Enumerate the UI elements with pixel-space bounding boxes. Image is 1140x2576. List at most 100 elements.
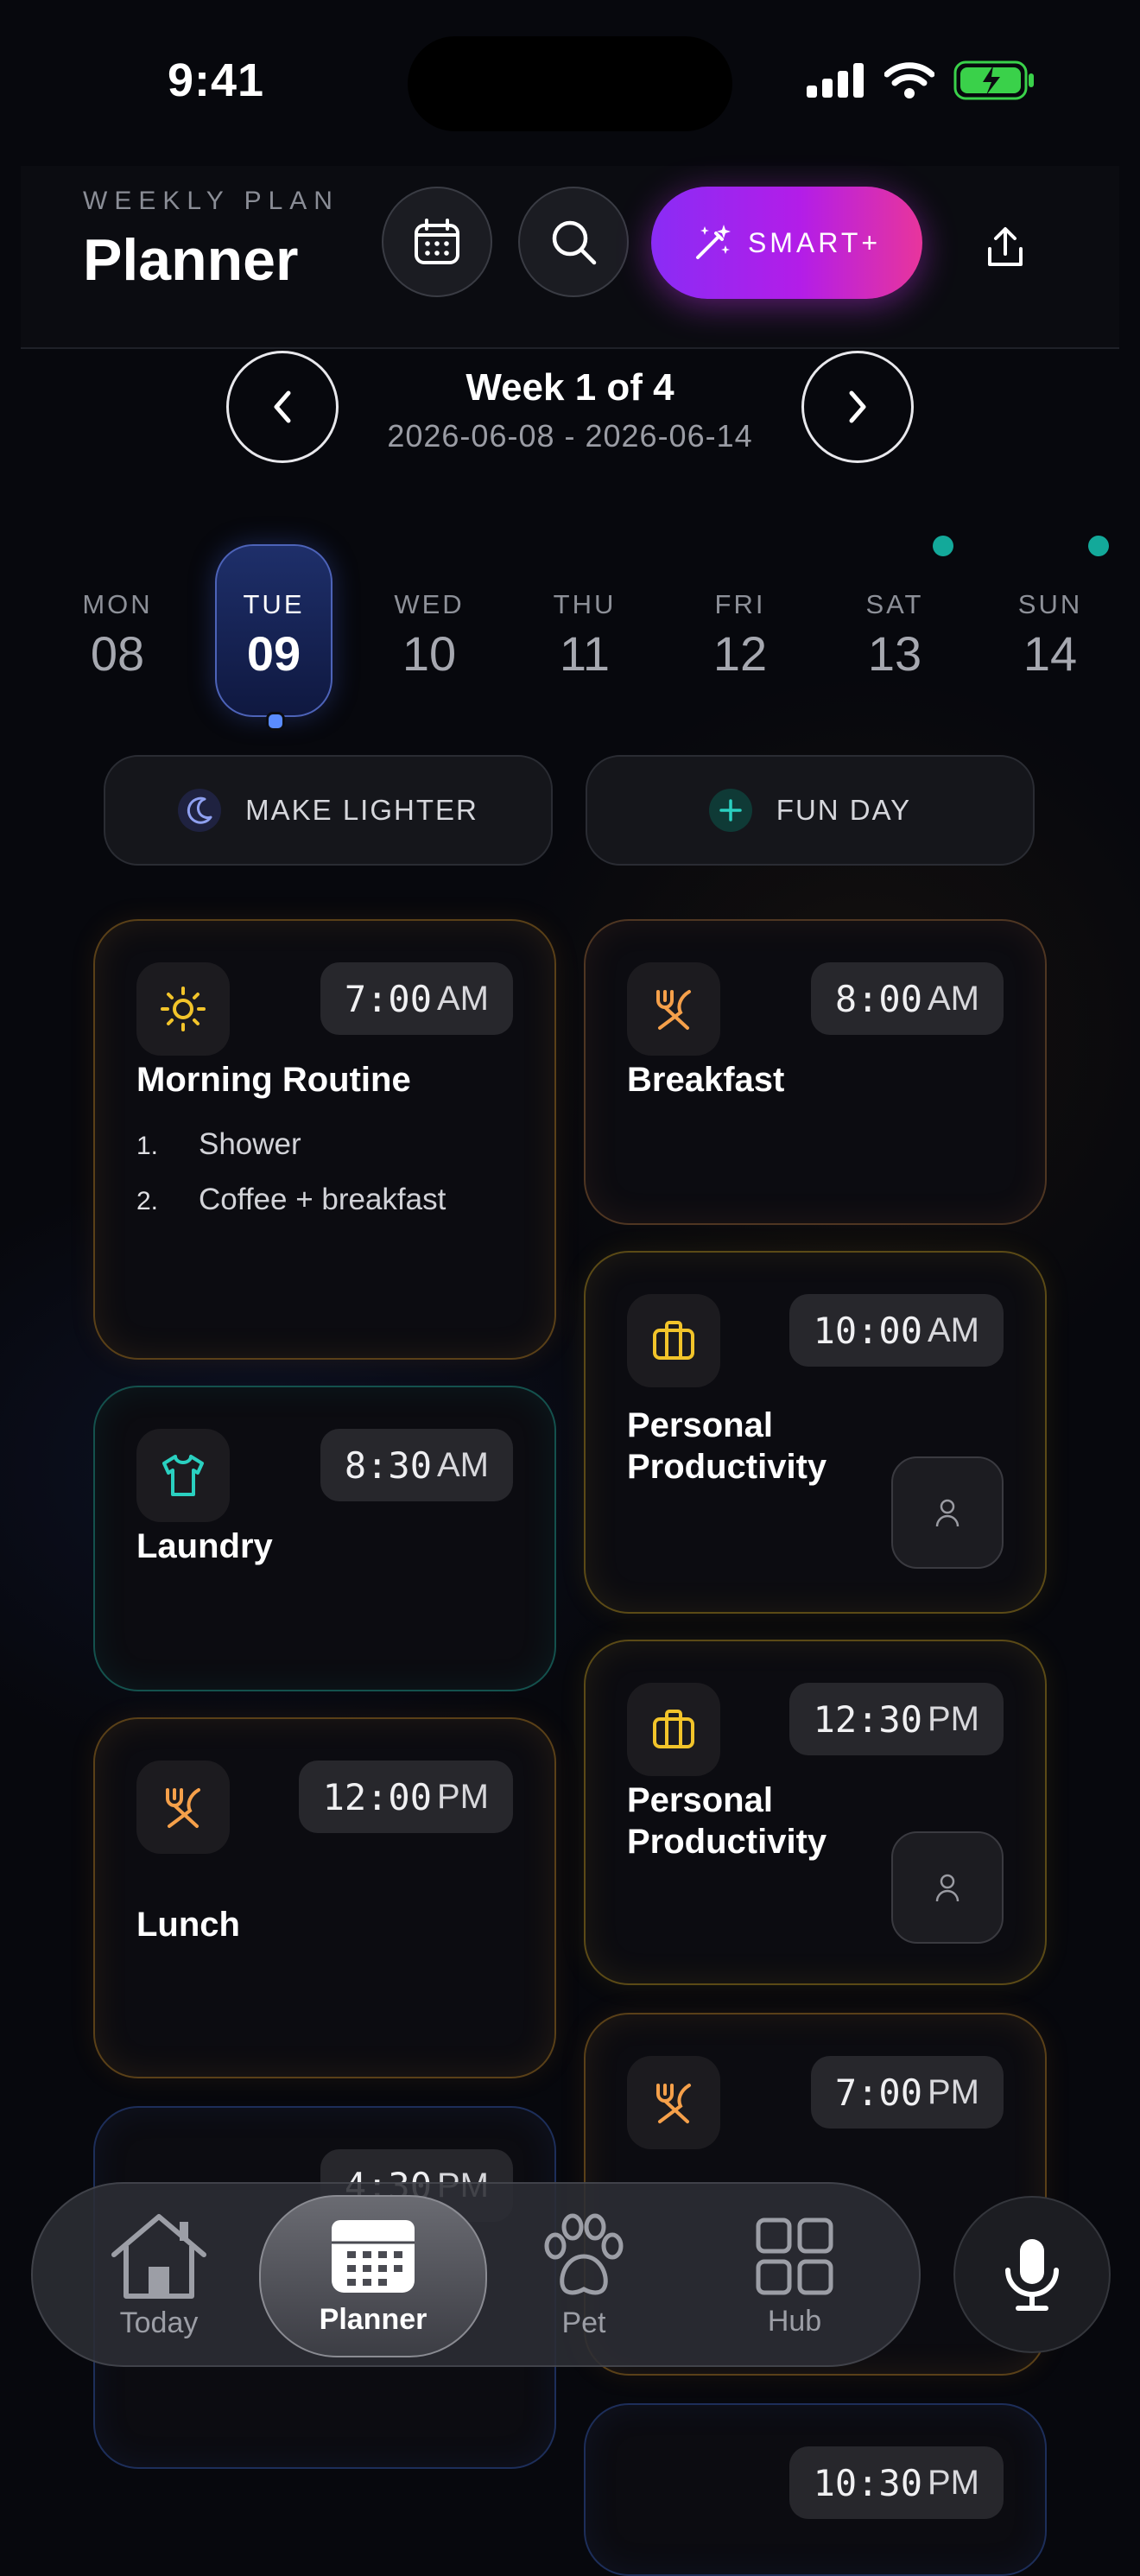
calendar-icon bbox=[415, 219, 459, 264]
event-title: Breakfast bbox=[627, 1061, 785, 1099]
fun-day-button[interactable]: FUN DAY bbox=[586, 755, 1035, 866]
briefcase-icon bbox=[627, 1294, 720, 1387]
smart-plus-label: SMART+ bbox=[747, 226, 882, 258]
day-date: 08 bbox=[90, 626, 145, 681]
event-card-morning-routine[interactable]: 7:00 AM Morning Routine 1. Shower 2. Coffee… bbox=[93, 919, 556, 1360]
magic-wand-icon bbox=[695, 225, 731, 259]
assign-person-button[interactable] bbox=[891, 1831, 1004, 1944]
fun-day-label: FUN DAY bbox=[776, 794, 912, 826]
day-date: 09 bbox=[246, 626, 301, 681]
signal-icon bbox=[807, 63, 864, 98]
event-time: 8:00 AM bbox=[810, 962, 1004, 1035]
event-card-lunch[interactable]: 12:00 PM Lunch bbox=[93, 1717, 556, 2078]
day-date: 11 bbox=[559, 626, 611, 681]
event-time: 10:30 PM bbox=[788, 2446, 1004, 2519]
day-sun[interactable]: SUN 14 bbox=[991, 544, 1109, 717]
day-date: 12 bbox=[712, 626, 768, 681]
day-mon[interactable]: MON 08 bbox=[59, 544, 176, 717]
share-button[interactable] bbox=[978, 219, 1033, 275]
tab-planner[interactable]: Planner bbox=[259, 2195, 487, 2357]
day-name: TUE bbox=[243, 589, 305, 619]
dynamic-island bbox=[408, 36, 732, 131]
event-time: 7:00 AM bbox=[320, 962, 513, 1035]
event-time: 12:00 PM bbox=[298, 1761, 513, 1833]
event-title: Laundry bbox=[136, 1527, 273, 1565]
tab-pet[interactable]: Pet bbox=[497, 2184, 670, 2369]
event-title: Lunch bbox=[136, 1906, 240, 1944]
wifi-icon bbox=[884, 62, 934, 98]
next-week-button[interactable] bbox=[801, 351, 914, 463]
tab-label: Planner bbox=[319, 2302, 428, 2336]
assign-person-button[interactable] bbox=[891, 1456, 1004, 1569]
week-date-range: 2026-06-08 - 2026-06-14 bbox=[387, 418, 753, 454]
list-item: 1. Shower bbox=[136, 1127, 301, 1161]
person-icon bbox=[935, 1499, 960, 1527]
smart-plus-button[interactable]: SMART+ bbox=[651, 187, 922, 299]
event-title: Personal Productivity bbox=[627, 1781, 827, 1861]
tab-hub[interactable]: Hub bbox=[708, 2184, 881, 2369]
event-card-productivity-2[interactable]: 12:30 PM Personal Productivity bbox=[584, 1640, 1047, 1985]
grid-icon bbox=[756, 2218, 833, 2294]
shirt-icon bbox=[136, 1429, 230, 1522]
header-eyebrow: WEEKLY PLAN bbox=[83, 187, 339, 215]
event-dot-sat bbox=[933, 536, 953, 556]
tab-today[interactable]: Today bbox=[73, 2184, 245, 2369]
utensils-icon bbox=[627, 2056, 720, 2149]
event-card-laundry[interactable]: 8:30 AM Laundry bbox=[93, 1386, 556, 1691]
event-time: 8:30 AM bbox=[320, 1429, 513, 1501]
battery-charging-icon bbox=[953, 60, 1034, 100]
day-sat[interactable]: SAT 13 bbox=[836, 544, 953, 717]
event-time: 10:00 AM bbox=[788, 1294, 1004, 1367]
event-time: 12:30 PM bbox=[788, 1683, 1004, 1755]
calendar-icon bbox=[332, 2219, 415, 2293]
briefcase-icon bbox=[627, 1683, 720, 1776]
home-icon bbox=[111, 2213, 206, 2299]
event-card-productivity-1[interactable]: 10:00 AM Personal Productivity bbox=[584, 1251, 1047, 1614]
day-thu[interactable]: THU 11 bbox=[526, 544, 643, 717]
paw-icon bbox=[544, 2213, 624, 2294]
person-icon bbox=[935, 1874, 960, 1902]
event-title: Morning Routine bbox=[136, 1061, 411, 1099]
sun-icon bbox=[136, 962, 230, 1056]
tab-label: Today bbox=[119, 2306, 199, 2339]
day-tue-selected[interactable]: TUE 09 bbox=[215, 544, 332, 717]
tab-label: Hub bbox=[767, 2304, 822, 2338]
make-lighter-button[interactable]: MAKE LIGHTER bbox=[104, 755, 553, 866]
plus-icon bbox=[708, 789, 752, 832]
checklist: 1. Shower 2. Coffee + breakfast bbox=[136, 1118, 446, 1228]
day-name: WED bbox=[394, 589, 465, 619]
day-name: MON bbox=[82, 589, 153, 619]
day-name: SAT bbox=[865, 589, 924, 619]
chevron-right-icon bbox=[849, 390, 866, 423]
day-date: 14 bbox=[1023, 626, 1078, 681]
day-name: SUN bbox=[1017, 589, 1083, 619]
page-title: Planner bbox=[83, 227, 299, 293]
day-fri[interactable]: FRI 12 bbox=[681, 544, 799, 717]
search-button[interactable] bbox=[518, 187, 629, 297]
utensils-icon bbox=[627, 962, 720, 1056]
week-title: Week 1 of 4 bbox=[466, 366, 674, 409]
search-icon bbox=[552, 220, 597, 265]
event-time: 7:00 PM bbox=[810, 2056, 1004, 2129]
event-card-breakfast[interactable]: 8:00 AM Breakfast bbox=[584, 919, 1047, 1225]
calendar-button[interactable] bbox=[382, 187, 492, 297]
status-time: 9:41 bbox=[168, 54, 265, 106]
share-icon bbox=[988, 227, 1023, 266]
selected-day-indicator bbox=[266, 712, 285, 731]
day-name: FRI bbox=[714, 589, 766, 619]
status-icons bbox=[807, 60, 1036, 100]
moon-icon bbox=[178, 789, 222, 832]
day-wed[interactable]: WED 10 bbox=[370, 544, 488, 717]
list-item: 2. Coffee + breakfast bbox=[136, 1183, 446, 1216]
header: WEEKLY PLAN Planner SMART+ bbox=[21, 166, 1119, 349]
make-lighter-label: MAKE LIGHTER bbox=[245, 794, 478, 826]
bottom-tab-bar: Today Planner Pet Hub bbox=[31, 2182, 921, 2367]
day-date: 13 bbox=[867, 626, 922, 681]
day-date: 10 bbox=[402, 626, 457, 681]
previous-week-button[interactable] bbox=[226, 351, 339, 463]
event-title: Personal Productivity bbox=[627, 1406, 827, 1486]
voice-input-button[interactable] bbox=[953, 2196, 1111, 2353]
event-card-partial-right[interactable]: 10:30 PM bbox=[584, 2403, 1047, 2576]
day-name: THU bbox=[553, 589, 617, 619]
event-dot-sun bbox=[1088, 536, 1109, 556]
